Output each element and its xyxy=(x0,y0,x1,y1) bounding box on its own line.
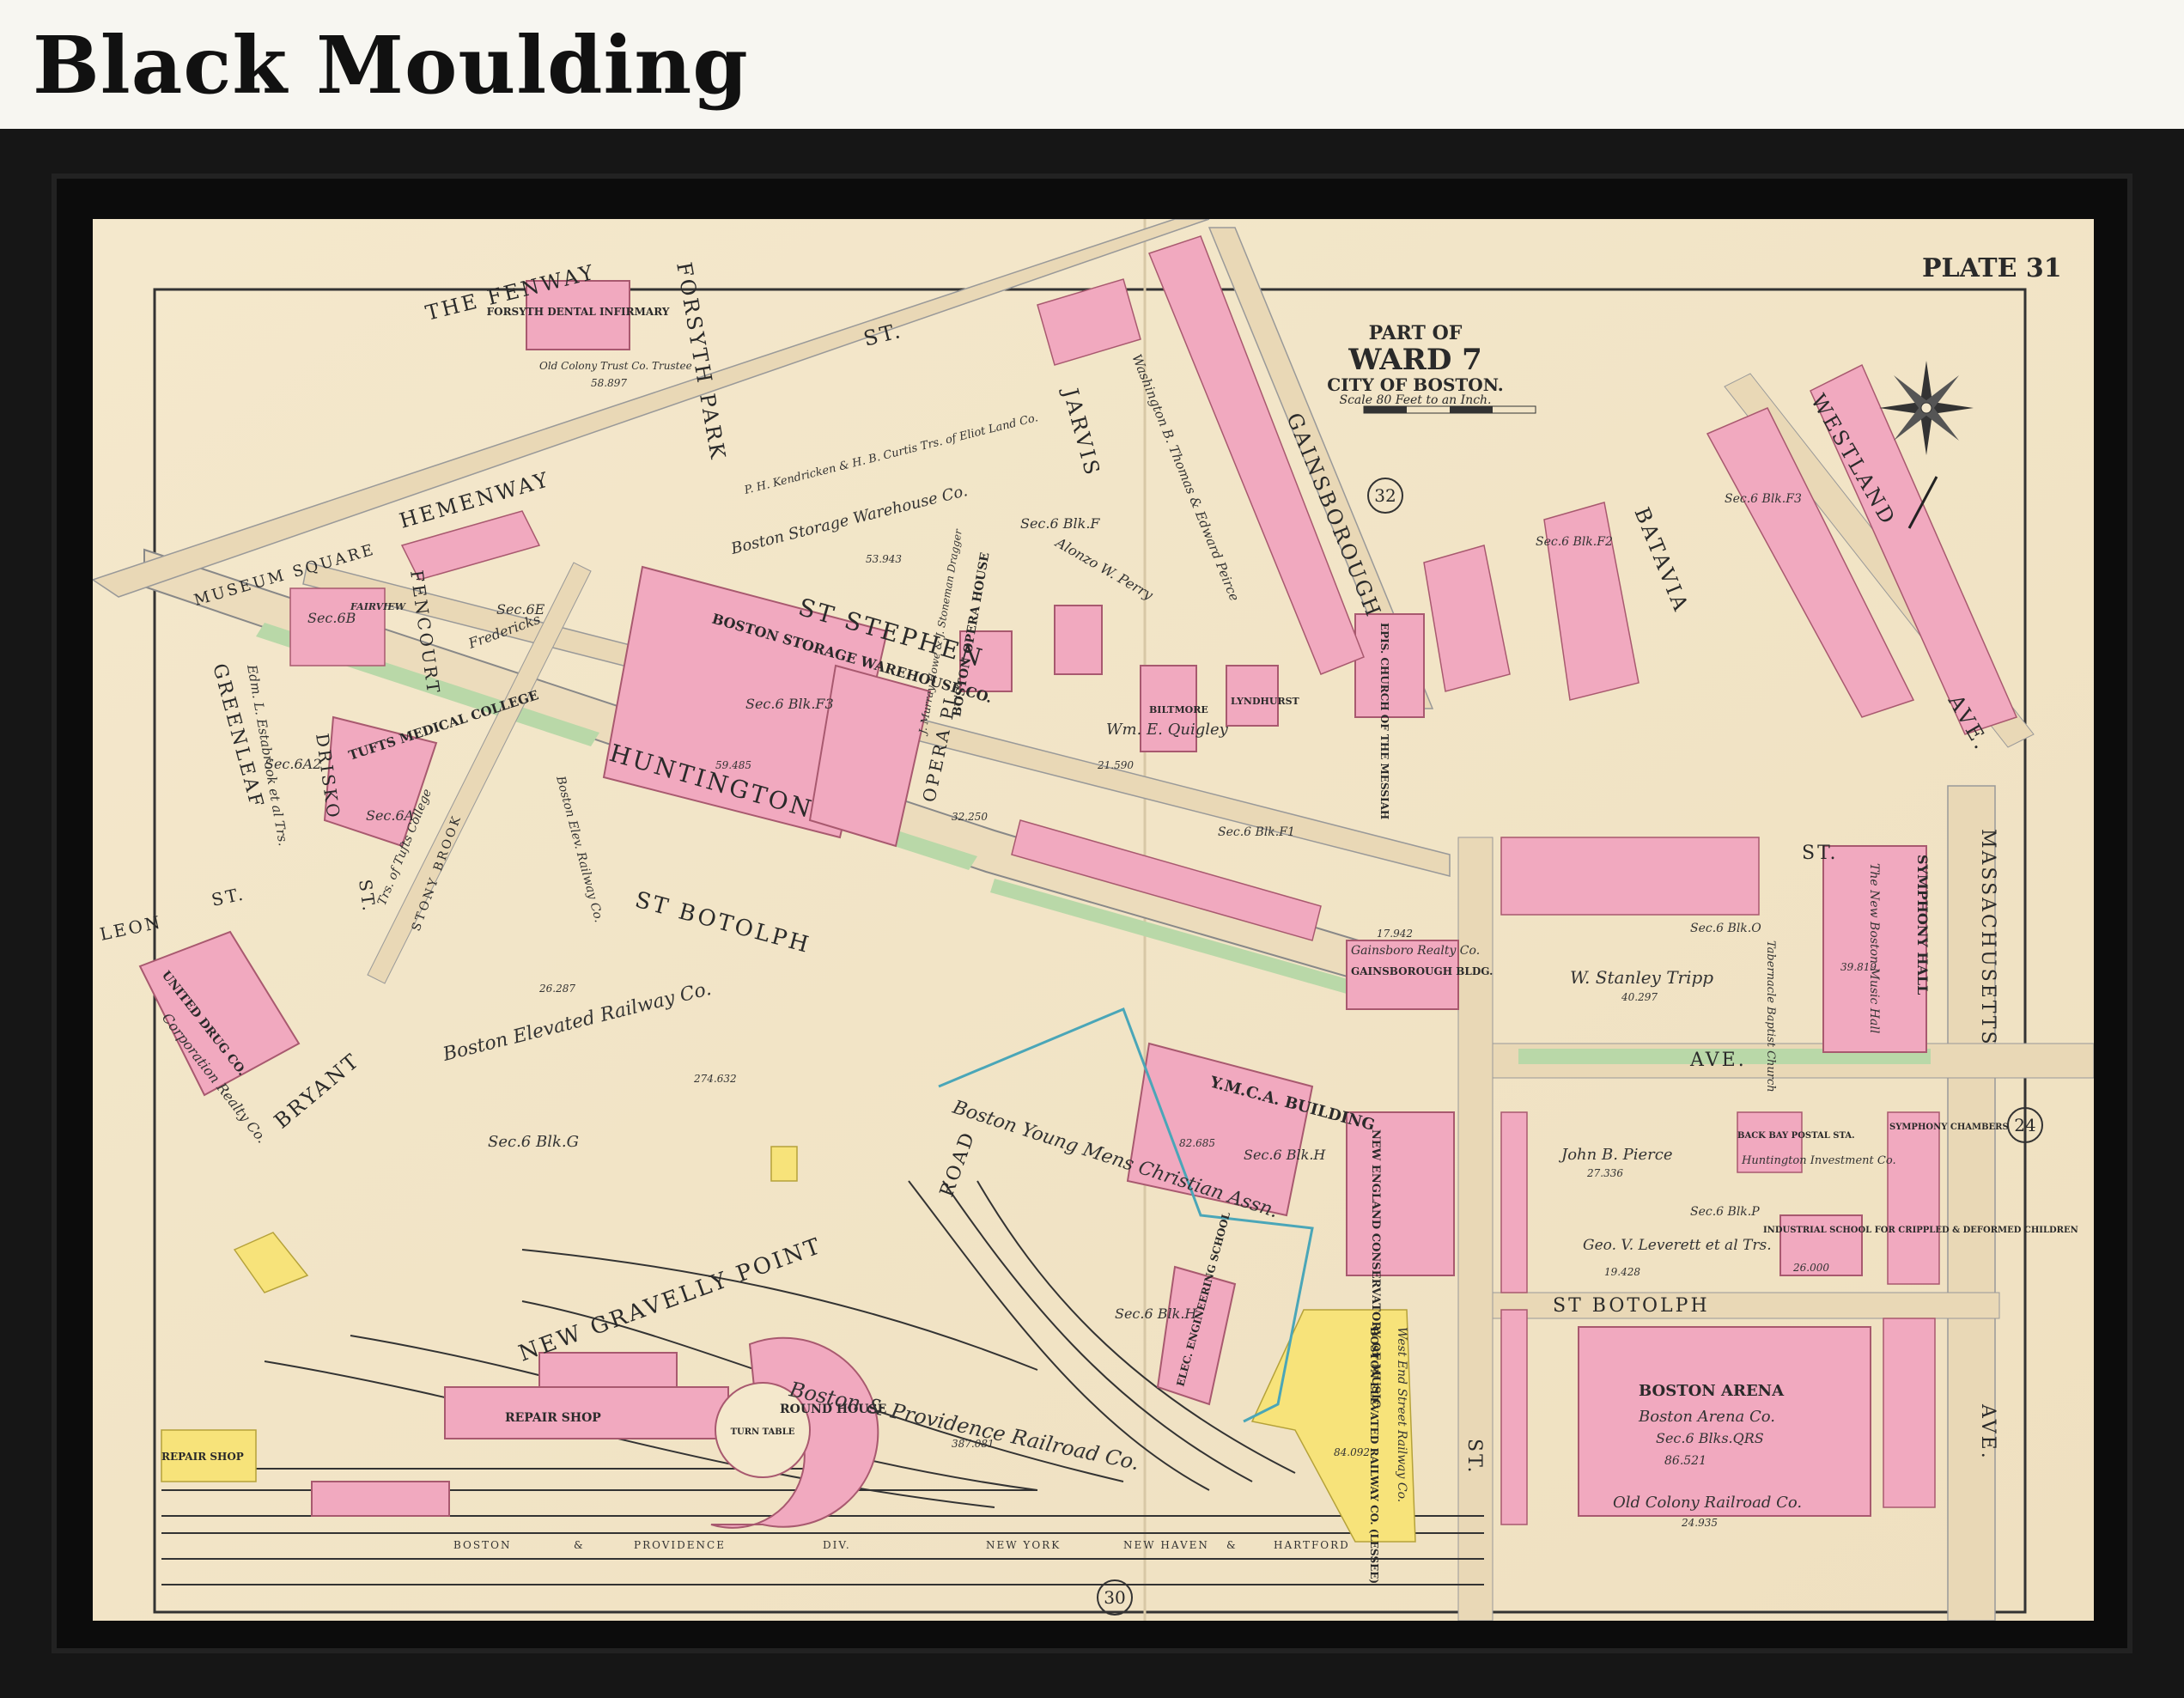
rail-shed xyxy=(311,1481,450,1517)
owner-arena: Boston Arena Co. xyxy=(1638,1408,1775,1426)
sec-6f3: Sec.6 Blk.F3 xyxy=(1725,492,1802,506)
owner-forsyth: Old Colony Trust Co. Trustee xyxy=(539,360,692,372)
owner-stanley-tripp: W. Stanley Tripp xyxy=(1570,967,1713,988)
rail-label-amp1: & xyxy=(574,1539,585,1551)
sec-6f2: Sec.6 Blk.F2 xyxy=(1536,535,1613,549)
rail-label-hartford: HARTFORD xyxy=(1274,1539,1350,1551)
adjacent-plate-right: 24 xyxy=(2014,1115,2035,1135)
label-elevated-lessee: BOSTON ELEVATED RAILWAY CO. (LESSEE) xyxy=(1368,1327,1380,1584)
area-elevated-short: 26.287 xyxy=(538,983,575,995)
sec-arena: Sec.6 Blks.QRS xyxy=(1656,1430,1764,1446)
owner-gainsborough: Gainsboro Realty Co. xyxy=(1351,944,1480,958)
label-boston-arena: BOSTON ARENA xyxy=(1639,1382,1785,1400)
street-ave-huntington: AVE. xyxy=(1689,1050,1747,1071)
area-gainsborough: 17.942 xyxy=(1377,928,1413,940)
label-fairview: FAIRVIEW xyxy=(350,601,407,612)
sec-elec: Sec.6 Blk.H xyxy=(1115,1305,1197,1322)
owner-quigley: Wm. E. Quigley xyxy=(1106,721,1229,739)
plate-number: PLATE 31 xyxy=(1922,253,2062,283)
sec-tufts: Sec.6A xyxy=(366,807,414,824)
sec-6o: Sec.6 Blk.O xyxy=(1690,922,1761,935)
label-gainsborough-bldg: GAINSBOROUGH BLDG. xyxy=(1351,965,1493,977)
owner-west-end: West End Street Railway Co. xyxy=(1395,1327,1408,1502)
owner-huntington-investment: Huntington Investment Co. xyxy=(1741,1154,1896,1167)
area-symphony: 39.819 xyxy=(1840,961,1877,973)
area-arena: 86.521 xyxy=(1664,1454,1706,1468)
label-repair-shop-left: REPAIR SHOP xyxy=(161,1451,244,1463)
area-elevated-railway: 274.632 xyxy=(693,1073,737,1085)
sec-6b: Sec.6B xyxy=(307,610,356,626)
adjacent-plate-bottom: 30 xyxy=(1104,1587,1125,1608)
street-massachusetts: MASSACHUSETTS xyxy=(1977,829,1998,1047)
page-title: Black Moulding xyxy=(33,19,749,112)
rail-label-new-haven: NEW HAVEN xyxy=(1123,1539,1209,1551)
label-symphony-chambers: SYMPHONY CHAMBERS xyxy=(1889,1123,2009,1132)
area-ymca: 82.685 xyxy=(1179,1137,1215,1149)
label-back-bay-postal: BACK BAY POSTAL STA. xyxy=(1737,1131,1855,1141)
owner-tabernacle: Tabernacle Baptist Church xyxy=(1764,940,1777,1092)
street-ave-massachusetts: AVE. xyxy=(1977,1403,1998,1461)
sec-6g: Sec.6 Blk.G xyxy=(488,1133,579,1151)
owner-old-colony: Old Colony Railroad Co. xyxy=(1613,1494,1802,1512)
label-symphony-hall: SYMPHONY HALL xyxy=(1914,855,1931,995)
street-st-mid: ST. xyxy=(1802,843,1839,864)
sec-6p: Sec.6 Blk.P xyxy=(1690,1205,1760,1219)
plate-scale: Scale 80 Feet to an Inch. xyxy=(1339,393,1491,407)
plate-title-city: CITY OF BOSTON. xyxy=(1327,374,1503,395)
sec-6a2: Sec.6A2 xyxy=(265,756,321,772)
area-west-end: 84.092 xyxy=(1334,1446,1370,1458)
label-turn-table: TURN TABLE xyxy=(731,1427,795,1437)
adjacent-plate-top: 32 xyxy=(1374,485,1396,506)
rail-label-providence: PROVIDENCE xyxy=(634,1539,726,1551)
label-forsyth-dental: FORSYTH DENTAL INFIRMARY xyxy=(487,306,670,318)
sec-6f1: Sec.6 Blk.F1 xyxy=(1218,825,1295,839)
header-bar: Black Moulding xyxy=(0,0,2184,129)
area-quigley: 21.590 xyxy=(1097,759,1134,771)
map-plate: PLATE 31 PART OF WARD 7 CITY OF BOSTON. … xyxy=(93,219,2094,1621)
sec-boston-storage: Sec.6 Blk.F3 xyxy=(745,696,834,712)
street-st-botolph-lower: ST BOTOLPH xyxy=(1553,1295,1710,1317)
rail-label-amp2: & xyxy=(1226,1539,1238,1551)
label-church-messiah: EPIS. CHURCH OF THE MESSIAH xyxy=(1378,623,1390,819)
sec-ymca: Sec.6 Blk.H xyxy=(1244,1147,1326,1163)
owner-john-pierce: John B. Pierce xyxy=(1558,1146,1673,1164)
label-repair-shop: REPAIR SHOP xyxy=(505,1411,601,1425)
plate-title-ward: WARD 7 xyxy=(1348,343,1482,377)
area-tripp: 40.297 xyxy=(1621,991,1658,1003)
area-boston-storage: 59.485 xyxy=(715,759,751,771)
rail-label-boston: BOSTON xyxy=(453,1539,511,1551)
area-opera: 32.250 xyxy=(952,811,988,823)
rail-label-new-york: NEW YORK xyxy=(986,1539,1061,1551)
owner-symphony: The New Boston Music Hall xyxy=(1867,863,1881,1033)
sec-6f: Sec.6 Blk.F xyxy=(1020,515,1100,532)
area-old-colony: 24.935 xyxy=(1681,1517,1718,1529)
plate-title-part: PART OF xyxy=(1369,322,1463,344)
street-st-lower: ST. xyxy=(1463,1439,1485,1476)
owner-leverett: Geo. V. Leverett et al Trs. xyxy=(1583,1237,1772,1254)
area-industrial: 26.000 xyxy=(1792,1262,1829,1274)
label-lyndhurst: LYNDHURST xyxy=(1231,696,1300,707)
area-pierce: 27.336 xyxy=(1586,1167,1623,1179)
label-biltmore: BILTMORE xyxy=(1149,704,1208,715)
label-industrial-school: INDUSTRIAL SCHOOL FOR CRIPPLED & DEFORME… xyxy=(1763,1226,2078,1235)
rail-label-div: DIV. xyxy=(823,1539,851,1551)
small-pink-block xyxy=(1054,605,1103,675)
new-england-conservatory xyxy=(1346,1111,1455,1276)
area-storage-warehouse: 53.943 xyxy=(866,553,902,565)
area-forsyth: 58.897 xyxy=(591,377,627,389)
area-leverett: 19.428 xyxy=(1604,1266,1640,1278)
